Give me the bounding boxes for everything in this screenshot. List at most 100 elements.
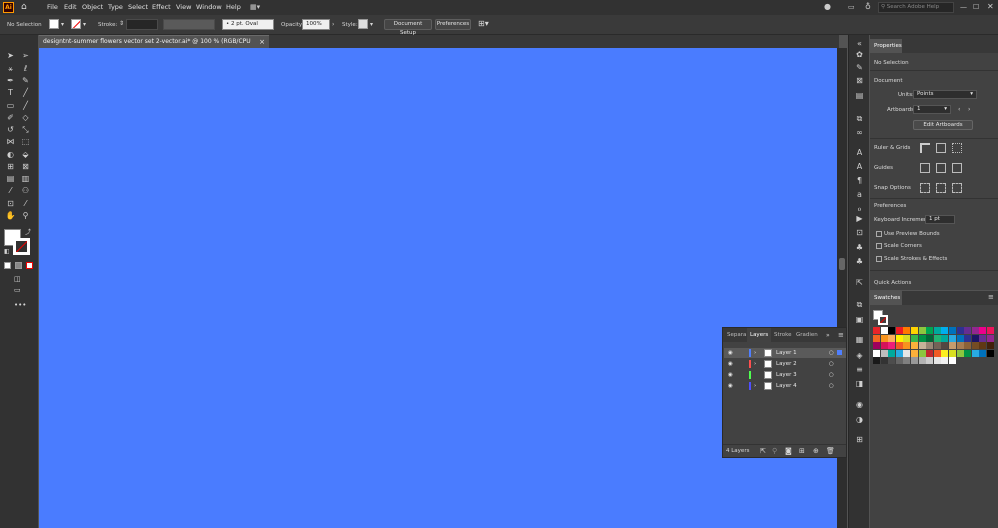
target-circle-icon[interactable]: ○ xyxy=(829,348,834,358)
swatch-cell[interactable] xyxy=(949,334,956,342)
type-tool-icon[interactable]: T xyxy=(5,88,16,98)
layer-row[interactable]: ◉ › Layer 1 ○ xyxy=(724,348,846,358)
swatch-cell[interactable] xyxy=(895,357,903,365)
swatch-cell[interactable] xyxy=(964,342,972,350)
tab-stroke[interactable]: Stroke xyxy=(774,328,792,342)
swatch-cell[interactable] xyxy=(987,327,994,334)
preferences-button[interactable]: Preferences xyxy=(435,19,471,30)
swatch-cell[interactable] xyxy=(880,349,888,357)
swatch-cell[interactable] xyxy=(880,327,888,334)
eyedropper-tool-icon[interactable]: ⁄ xyxy=(5,186,16,196)
swatch-cell[interactable] xyxy=(956,334,964,342)
grid-icon[interactable] xyxy=(936,143,946,153)
swatch-cell[interactable] xyxy=(888,349,896,357)
curvature-tool-icon[interactable]: ✎ xyxy=(20,76,31,86)
artboards-icon[interactable]: ⊡ xyxy=(854,228,865,238)
lightbulb-icon[interactable]: ♁ xyxy=(865,2,871,11)
swatch-cell[interactable] xyxy=(873,357,880,365)
layer-row[interactable]: ◉ › Layer 2 ○ xyxy=(724,359,846,369)
gradient-mode-icon[interactable] xyxy=(15,262,22,269)
separations-icon[interactable]: ⊞ xyxy=(854,435,865,445)
swatch-cell[interactable] xyxy=(918,357,926,365)
links-icon[interactable]: ∞ xyxy=(854,128,865,138)
swatch-cell[interactable] xyxy=(979,342,987,350)
maximize-icon[interactable]: ☐ xyxy=(973,3,979,11)
visibility-eye-icon[interactable]: ◉ xyxy=(728,381,733,391)
style-swatch[interactable] xyxy=(358,19,368,29)
edit-toolbar-icon[interactable]: ••• xyxy=(14,301,26,309)
opentype-icon[interactable]: A xyxy=(854,162,865,172)
swatch-cell[interactable] xyxy=(888,357,896,365)
swatch-cell[interactable] xyxy=(911,349,918,357)
symbols-icon[interactable]: ♣ xyxy=(854,243,865,253)
stroke-weight-stepper-icon[interactable]: ⇕ xyxy=(119,20,124,27)
swatch-cell[interactable] xyxy=(979,349,987,357)
locate-object-icon[interactable]: ⚲ xyxy=(772,447,777,455)
swatch-cell[interactable] xyxy=(873,334,880,342)
next-artboard-icon[interactable]: › xyxy=(968,106,970,113)
target-circle-icon[interactable]: ○ xyxy=(829,359,834,369)
menu-view[interactable]: View xyxy=(176,3,191,11)
layer-name[interactable]: Layer 2 xyxy=(776,359,797,369)
swatch-cell[interactable] xyxy=(949,357,956,365)
layer-name[interactable]: Layer 3 xyxy=(776,370,797,380)
actions-icon[interactable]: ▶ xyxy=(854,214,865,224)
swatch-stroke-indicator[interactable] xyxy=(878,315,888,325)
swatch-cell[interactable] xyxy=(895,342,903,350)
tab-separations[interactable]: Separa xyxy=(727,328,746,342)
swatch-cell[interactable] xyxy=(895,349,903,357)
swatch-cell[interactable] xyxy=(933,357,941,365)
live-paint-tool-icon[interactable]: ⬙ xyxy=(20,150,31,160)
default-fill-stroke-icon[interactable]: ◧ xyxy=(4,248,10,255)
stroke-color-box[interactable] xyxy=(13,238,30,255)
arrange-documents-icon[interactable]: ▭ xyxy=(848,3,855,11)
units-select[interactable]: Points ▾ xyxy=(913,90,977,99)
collapse-dock-icon[interactable]: « xyxy=(854,39,865,49)
document-setup-button[interactable]: Document Setup xyxy=(384,19,432,36)
mesh-tool-icon[interactable]: ⊠ xyxy=(20,162,31,172)
swatch-cell[interactable] xyxy=(918,327,926,334)
collapse-panel-icon[interactable]: » xyxy=(826,332,830,339)
artboard-tool-icon[interactable]: ⊡ xyxy=(5,199,16,209)
swatch-cell[interactable] xyxy=(933,327,941,334)
menu-object[interactable]: Object xyxy=(82,3,103,11)
home-icon[interactable]: ⌂ xyxy=(21,2,27,12)
asset-export-icon[interactable]: ⇱ xyxy=(854,278,865,288)
account-icon[interactable]: ● xyxy=(824,2,831,11)
swatch-cell[interactable] xyxy=(918,349,926,357)
menu-select[interactable]: Select xyxy=(128,3,148,11)
swatch-cell[interactable] xyxy=(926,334,934,342)
swatch-cell[interactable] xyxy=(971,327,979,334)
layer-row[interactable]: ◉ Layer 3 ○ xyxy=(724,370,846,380)
rectangle-tool-icon[interactable]: ▭ xyxy=(5,101,16,111)
help-search-field[interactable]: ⚲ Search Adobe Help xyxy=(878,2,954,13)
keyboard-increment-field[interactable]: 1 pt xyxy=(925,215,955,224)
direct-selection-tool-icon[interactable]: ➢ xyxy=(20,51,31,61)
brushes-icon[interactable]: ✎ xyxy=(854,63,865,73)
swatch-cell[interactable] xyxy=(926,349,934,357)
show-guides-icon[interactable] xyxy=(920,163,930,173)
free-transform-tool-icon[interactable]: ⬚ xyxy=(20,137,31,147)
previous-artboard-icon[interactable]: ‹ xyxy=(958,106,960,113)
swatch-cell[interactable] xyxy=(911,327,918,334)
expand-chevron-icon[interactable]: › xyxy=(754,381,756,391)
swatch-cell[interactable] xyxy=(918,334,926,342)
variable-width-profile[interactable] xyxy=(163,19,215,30)
swatch-cell[interactable] xyxy=(949,349,956,357)
image-trace-icon[interactable]: ⧉ xyxy=(854,300,865,310)
swatch-cell[interactable] xyxy=(926,342,934,350)
menu-type[interactable]: Type xyxy=(108,3,123,11)
rotate-tool-icon[interactable]: ↺ xyxy=(5,125,16,135)
tab-swatches[interactable]: Swatches xyxy=(870,291,902,305)
swatch-cell[interactable] xyxy=(880,334,888,342)
edit-artboards-button[interactable]: Edit Artboards xyxy=(913,120,973,130)
swatch-cell[interactable] xyxy=(918,342,926,350)
vertical-scrollbar-thumb[interactable] xyxy=(839,258,845,270)
gradient-tool-icon[interactable]: ▤ xyxy=(5,174,16,184)
swatch-cell[interactable] xyxy=(888,327,896,334)
opacity-field[interactable]: 100% xyxy=(302,19,330,30)
snap-to-pixel-icon[interactable] xyxy=(952,183,962,193)
paragraph-icon[interactable]: ¶ xyxy=(854,176,865,186)
shape-builder-tool-icon[interactable]: ◐ xyxy=(5,150,16,160)
tab-properties[interactable]: Properties xyxy=(870,39,902,53)
